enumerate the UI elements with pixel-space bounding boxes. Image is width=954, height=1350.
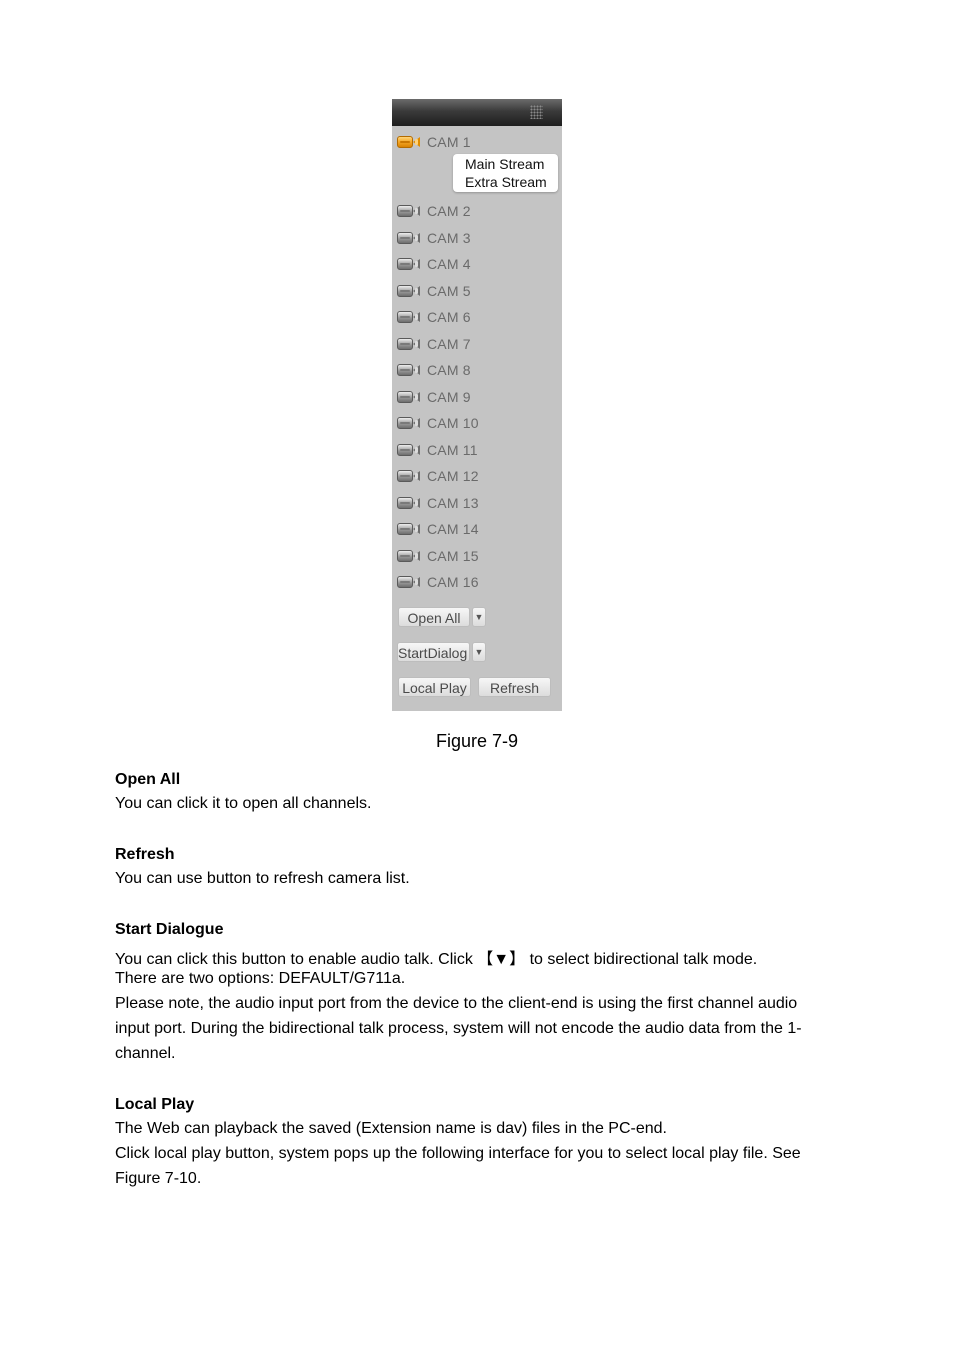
camera-item[interactable]: CAM 9 — [397, 387, 471, 407]
camera-icon — [397, 416, 422, 430]
section-text: The Web can playback the saved (Extensio… — [115, 1120, 667, 1137]
panel-header — [392, 99, 562, 126]
camera-item[interactable]: CAM 10 — [397, 413, 479, 433]
camera-label: CAM 16 — [427, 574, 479, 590]
camera-icon — [397, 135, 422, 149]
stream-menu: Main Stream Extra Stream — [453, 154, 558, 192]
camera-item[interactable]: CAM 15 — [397, 546, 479, 566]
start-dialog-dropdown-button[interactable]: ▼ — [472, 642, 486, 662]
camera-item[interactable]: CAM 5 — [397, 281, 471, 301]
section-text: input port. During the bidirectional tal… — [115, 1020, 802, 1037]
camera-label: CAM 10 — [427, 415, 479, 431]
camera-icon — [397, 310, 422, 324]
camera-icon — [397, 469, 422, 483]
camera-label: CAM 8 — [427, 362, 471, 378]
camera-item[interactable]: CAM 4 — [397, 254, 471, 274]
camera-icon — [397, 204, 422, 218]
camera-label: CAM 7 — [427, 335, 471, 352]
local-play-button[interactable]: Local Play — [398, 677, 471, 697]
camera-label: CAM 9 — [427, 388, 471, 405]
camera-label: CAM 3 — [427, 229, 471, 246]
camera-item[interactable]: CAM 3 — [397, 228, 471, 248]
camera-item[interactable]: CAM 6 — [397, 307, 471, 327]
camera-icon — [397, 575, 422, 589]
camera-icon — [397, 522, 422, 536]
camera-item[interactable]: CAM 11 — [397, 440, 478, 460]
section-text: Figure 7-10. — [115, 1170, 202, 1187]
camera-item[interactable]: CAM 13 — [397, 493, 479, 513]
menu-item-main-stream[interactable]: Main Stream — [465, 155, 544, 173]
camera-item[interactable]: CAM 1 — [397, 132, 471, 152]
open-all-button[interactable]: Open All — [398, 607, 470, 627]
section-text: You can use button to refresh camera lis… — [115, 870, 410, 887]
section-text: You can click it to open all channels. — [115, 795, 372, 812]
section-text: There are two options: DEFAULT/G711a. — [115, 970, 406, 987]
camera-item[interactable]: CAM 16 — [397, 572, 479, 592]
camera-label: CAM 6 — [427, 309, 471, 325]
camera-label: CAM 2 — [427, 203, 471, 219]
camera-item[interactable]: CAM 7 — [397, 334, 471, 354]
open-all-dropdown-button[interactable]: ▼ — [472, 607, 486, 627]
camera-item[interactable]: CAM 2 — [397, 201, 471, 221]
camera-label: CAM 5 — [427, 282, 471, 299]
camera-icon — [397, 390, 422, 404]
camera-item[interactable]: CAM 12 — [397, 466, 479, 486]
camera-icon — [397, 337, 422, 351]
camera-icon — [397, 284, 422, 298]
camera-label: CAM 1 — [427, 134, 471, 150]
camera-icon — [397, 257, 422, 271]
menu-item-extra-stream[interactable]: Extra Stream — [465, 173, 547, 191]
section-text: channel. — [115, 1045, 176, 1062]
start-dialog-button[interactable]: StartDialog — [397, 642, 470, 662]
figure-caption: Figure 7-9 — [435, 731, 519, 751]
camera-icon — [397, 231, 422, 245]
section-text: You can click this button to enable audi… — [115, 951, 758, 968]
section-heading-refresh: Refresh — [115, 846, 175, 863]
camera-label: CAM 14 — [427, 521, 479, 537]
camera-label: CAM 4 — [427, 256, 471, 272]
camera-icon — [397, 363, 422, 377]
grip-icon[interactable] — [530, 105, 543, 119]
camera-label: CAM 13 — [427, 494, 479, 511]
section-heading-start-dialogue: Start Dialogue — [115, 921, 224, 938]
section-heading-local-play: Local Play — [115, 1096, 195, 1113]
section-text: Please note, the audio input port from t… — [115, 995, 798, 1012]
section-text: Click local play button, system pops up … — [115, 1145, 801, 1162]
camera-item[interactable]: CAM 14 — [397, 519, 479, 539]
camera-icon — [397, 443, 422, 457]
camera-panel: Main Stream Extra Stream Open All ▼ Star… — [392, 99, 562, 711]
camera-label: CAM 12 — [427, 468, 479, 484]
camera-item[interactable]: CAM 8 — [397, 360, 471, 380]
camera-icon — [397, 549, 422, 563]
section-heading-open-all: Open All — [115, 771, 181, 788]
refresh-button[interactable]: Refresh — [478, 677, 551, 697]
camera-label: CAM 11 — [427, 441, 478, 458]
camera-label: CAM 15 — [427, 547, 479, 564]
camera-icon — [397, 496, 422, 510]
